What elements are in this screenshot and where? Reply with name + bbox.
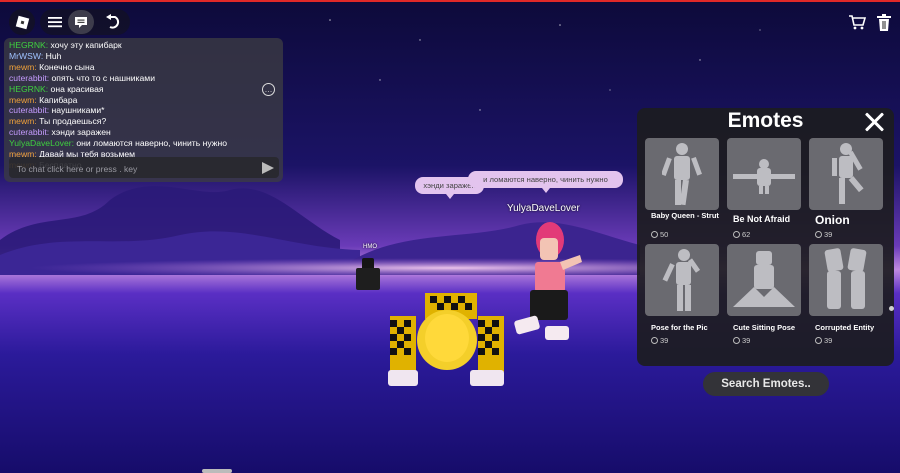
robux-icon <box>651 337 658 344</box>
undo-icon[interactable] <box>104 13 121 30</box>
chat-text: опять что то с нашниками <box>51 72 155 83</box>
robux-icon <box>733 231 740 238</box>
emote-price: 39 <box>733 336 750 345</box>
bottom-handle <box>202 469 232 473</box>
chat-message: HEGRNK: она красивая <box>9 84 264 95</box>
chat-username[interactable]: mewm: <box>9 95 37 105</box>
emote-price: 50 <box>651 230 668 239</box>
player-nametag: YulyaDaveLover <box>507 203 580 214</box>
emote-tile-onion[interactable]: Onion 39 <box>809 138 883 242</box>
robux-icon <box>733 337 740 344</box>
close-icon[interactable] <box>863 111 885 133</box>
avatar-far-player <box>356 258 380 290</box>
emote-thumbnail <box>727 244 801 316</box>
chat-input-bar <box>9 157 279 180</box>
chat-username[interactable]: cuterabbit: <box>9 105 49 115</box>
emote-name: Pose for the Pic <box>651 323 708 332</box>
chat-message: mewm: Капибара <box>9 95 264 106</box>
emote-tile-cute-sitting-pose[interactable]: Cute Sitting Pose 39 <box>727 244 801 348</box>
emote-tile-pose-for-the-pic[interactable]: Pose for the Pic 39 <box>645 244 719 348</box>
emote-name: Cute Sitting Pose <box>733 323 796 332</box>
emote-name: Be Not Afraid <box>733 214 791 224</box>
emote-price-value: 39 <box>660 336 669 345</box>
chat-text: Капибара <box>39 94 78 105</box>
search-emotes-button[interactable]: Search Emotes.. <box>703 372 829 396</box>
hamburger-menu-icon[interactable] <box>47 14 63 30</box>
chat-message: cuterabbit: хэнди заражен <box>9 127 264 138</box>
chat-text: хочу эту капибарк <box>50 40 122 50</box>
chat-message: cuterabbit: наушниками* <box>9 105 264 116</box>
emote-name: Onion <box>815 213 850 227</box>
more-options-icon[interactable]: … <box>262 83 275 96</box>
avatar-yulyadavelover <box>514 222 582 340</box>
robux-icon <box>815 231 822 238</box>
chat-username[interactable]: HEGRNK: <box>9 84 48 94</box>
chat-username[interactable]: cuterabbit: <box>9 127 49 137</box>
chat-message: MrWSW: Huh <box>9 51 264 62</box>
emotes-title: Emotes <box>727 109 804 132</box>
cloud-left <box>0 186 340 275</box>
speech-bubble-right: и ломаются наверно, чинить нужно <box>468 171 623 193</box>
chat-message: HEGRNK: хочу эту капибарк <box>9 40 264 51</box>
chat-username[interactable]: cuterabbit: <box>9 73 49 83</box>
robux-icon <box>651 231 658 238</box>
emote-thumbnail <box>809 138 883 210</box>
emote-thumbnail <box>645 138 719 210</box>
chat-message: cuterabbit: опять что то с нашниками <box>9 73 264 84</box>
starfield <box>329 19 761 111</box>
scrollbar-indicator[interactable] <box>889 306 894 311</box>
emote-price: 39 <box>815 336 832 345</box>
chat-message: YulyaDaveLover: они ломаются наверно, чи… <box>9 138 264 149</box>
shopping-cart-icon[interactable] <box>848 13 866 31</box>
emote-thumbnail <box>645 244 719 316</box>
chat-text: Huh <box>45 50 62 61</box>
avatar-capybara <box>388 293 504 386</box>
chat-icon[interactable] <box>68 10 94 34</box>
chat-username[interactable]: mewm: <box>9 116 37 126</box>
emote-price: 39 <box>651 336 668 345</box>
chat-text: хэнди заражен <box>51 127 111 138</box>
emote-thumbnail <box>727 138 801 210</box>
chat-username[interactable]: YulyaDaveLover: <box>9 138 74 148</box>
robux-icon <box>815 337 822 344</box>
chat-message: mewm: Конечно сына <box>9 62 264 73</box>
emote-price: 62 <box>733 230 750 239</box>
chat-text: она красивая <box>50 83 104 94</box>
emote-thumbnail <box>809 244 883 316</box>
emote-price: 39 <box>815 230 832 239</box>
emote-price-value: 39 <box>824 230 833 239</box>
cloud-back <box>0 231 360 275</box>
emote-tile-baby-queen-strut[interactable]: Baby Queen - Strut 50 <box>645 138 719 242</box>
chat-text: наушниками* <box>51 105 105 116</box>
send-icon[interactable] <box>262 162 274 174</box>
chat-text: они ломаются наверно, чинить нужно <box>76 138 227 149</box>
emote-price-value: 39 <box>824 336 833 345</box>
emote-price-value: 62 <box>742 230 751 239</box>
top-accent-line <box>0 0 900 2</box>
trash-icon[interactable] <box>876 13 892 31</box>
emote-name: Baby Queen - Strut <box>651 211 719 220</box>
chat-input[interactable] <box>15 157 259 180</box>
chat-text: Конечно сына <box>39 61 95 72</box>
emote-tile-be-not-afraid[interactable]: Be Not Afraid 62 <box>727 138 801 242</box>
emotes-panel: Emotes Baby Queen - Strut 50 Be Not Afra… <box>637 108 894 366</box>
chat-username[interactable]: HEGRNK: <box>9 40 48 50</box>
far-player-nametag: НМО <box>363 244 377 250</box>
chat-messages: HEGRNK: хочу эту капибарк MrWSW: Huh mewm:… <box>9 40 264 171</box>
chat-text: Ты продаешься? <box>39 116 107 127</box>
emote-price-value: 39 <box>742 336 751 345</box>
emote-tile-corrupted-entity[interactable]: Corrupted Entity 39 <box>809 244 883 348</box>
chat-message: mewm: Ты продаешься? <box>9 116 264 127</box>
chat-username[interactable]: MrWSW: <box>9 51 43 61</box>
chat-username[interactable]: mewm: <box>9 62 37 72</box>
emote-price-value: 50 <box>660 230 669 239</box>
cloud-right <box>350 222 640 275</box>
emote-name: Corrupted Entity <box>815 323 875 332</box>
roblox-logo-icon[interactable] <box>9 9 35 35</box>
